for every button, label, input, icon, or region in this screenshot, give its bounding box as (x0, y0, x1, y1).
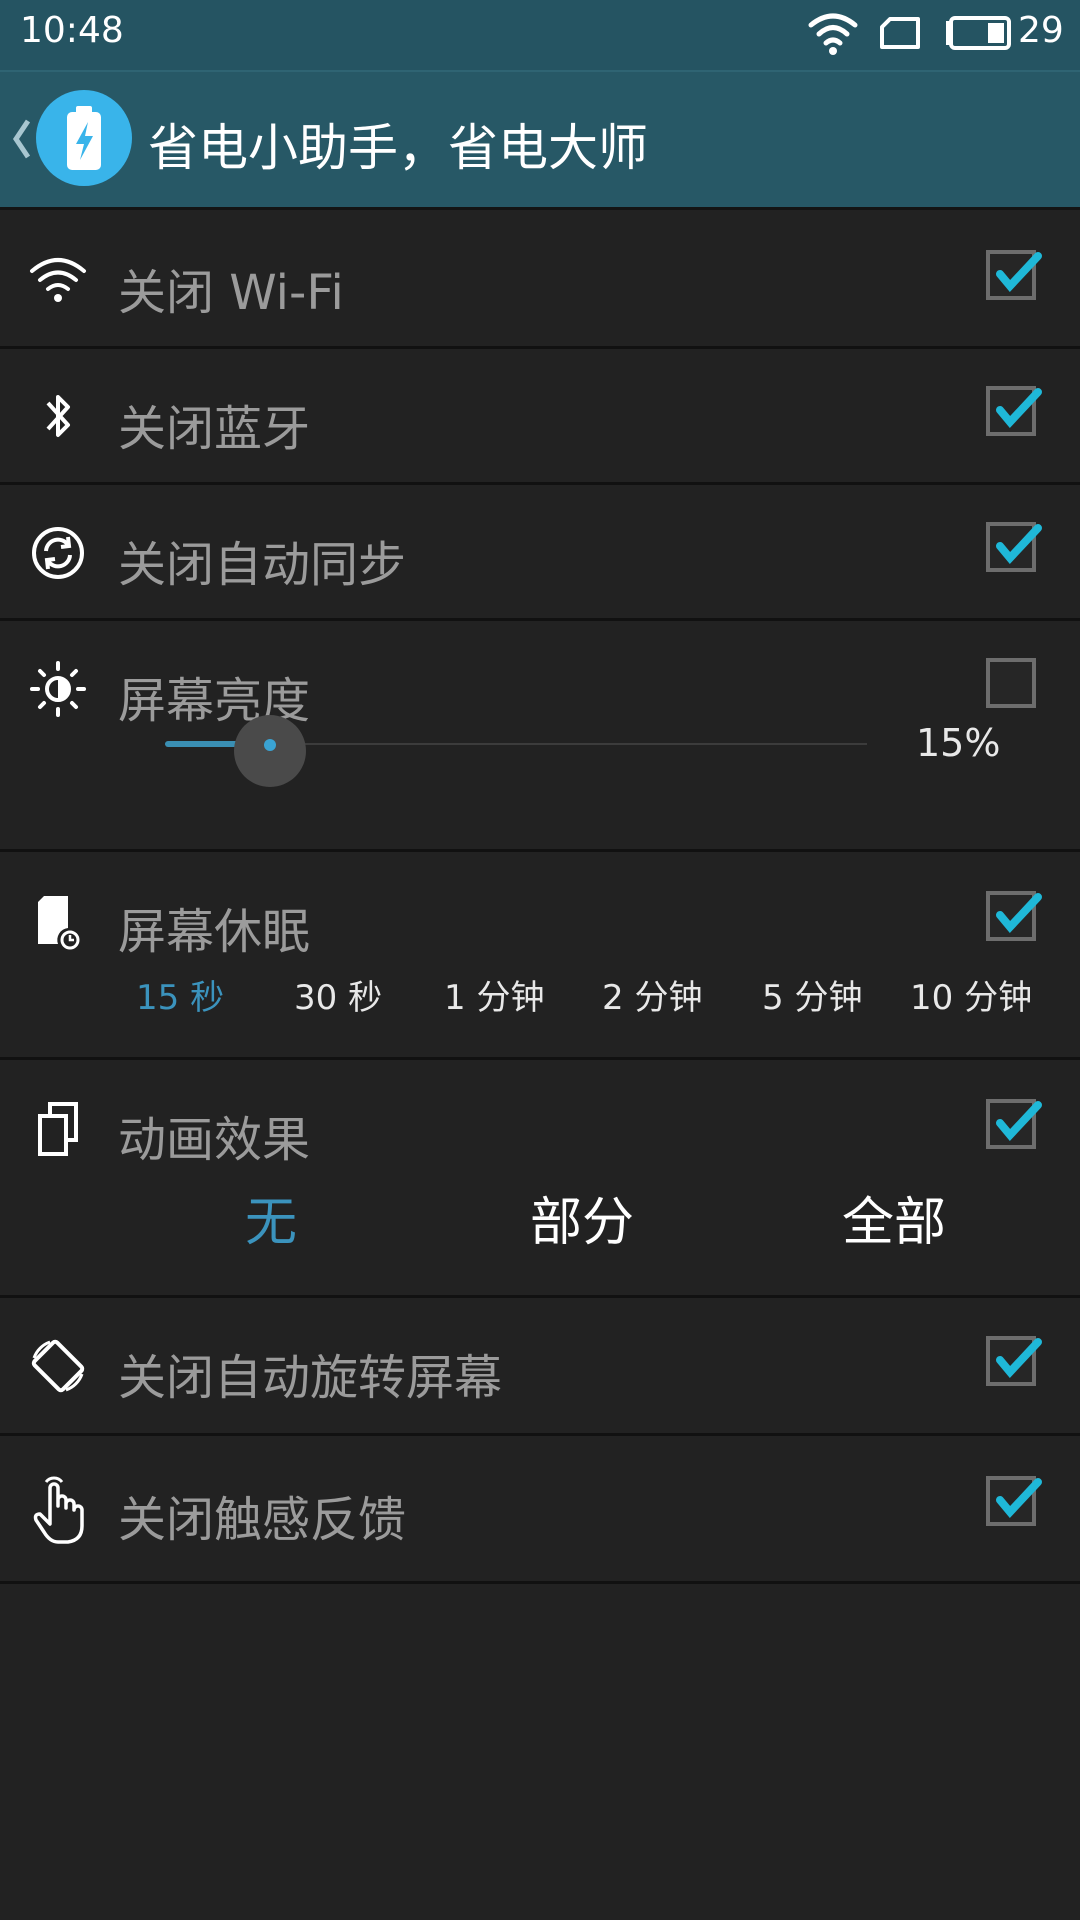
auto-sync-checkbox[interactable] (986, 522, 1042, 572)
sleep-option-15s[interactable]: 15 秒 (136, 970, 224, 1019)
checkmark-icon (996, 252, 1042, 293)
haptic-feedback-label: 关闭触感反馈 (118, 1492, 407, 1548)
battery-bolt-icon (67, 106, 101, 170)
auto-rotate-setting-row[interactable]: 关闭自动旋转屏幕 (0, 1298, 1080, 1436)
brightness-slider-halo (234, 715, 307, 787)
animation-setting-row: 动画效果 无 部分 全部 (0, 1060, 1080, 1298)
checkmark-icon (996, 524, 1042, 565)
wifi-setting-row[interactable]: 关闭 Wi-Fi (0, 213, 1080, 349)
animation-option-all[interactable]: 全部 (842, 1180, 946, 1255)
checkmark-icon (996, 388, 1042, 429)
brightness-icon (30, 661, 86, 717)
auto-sync-setting-row[interactable]: 关闭自动同步 (0, 485, 1080, 621)
sleep-option-30s[interactable]: 30 秒 (294, 970, 382, 1019)
back-arrow-icon[interactable] (10, 118, 32, 160)
bluetooth-setting-row[interactable]: 关闭蓝牙 (0, 349, 1080, 485)
status-bar: 10:48 29 (0, 0, 1080, 70)
app-logo[interactable] (36, 90, 132, 186)
haptic-feedback-checkbox[interactable] (986, 1476, 1042, 1526)
animation-option-partial[interactable]: 部分 (530, 1180, 634, 1255)
bluetooth-checkbox[interactable] (986, 386, 1042, 436)
wifi-icon (30, 258, 86, 302)
auto-rotate-checkbox[interactable] (986, 1336, 1042, 1386)
sim-card-icon (880, 17, 920, 49)
animation-label: 动画效果 (118, 1112, 311, 1168)
animation-option-none[interactable]: 无 (245, 1180, 297, 1255)
wifi-signal-icon (808, 13, 858, 55)
brightness-checkbox[interactable] (986, 658, 1036, 708)
brightness-value: 15% (916, 721, 1001, 765)
screen-timeout-icon (38, 896, 80, 950)
sleep-option-2min[interactable]: 2 分钟 (602, 970, 702, 1019)
bluetooth-label: 关闭蓝牙 (118, 401, 311, 457)
clock: 10:48 (20, 10, 124, 51)
animation-copy-icon (38, 1102, 78, 1156)
sleep-option-1min[interactable]: 1 分钟 (444, 970, 544, 1019)
auto-sync-label: 关闭自动同步 (118, 537, 407, 593)
screen-sleep-checkbox[interactable] (986, 891, 1042, 941)
app-title: 省电小助手，省电大师 (148, 119, 648, 177)
bluetooth-icon (46, 395, 70, 437)
haptic-feedback-setting-row[interactable]: 关闭触感反馈 (0, 1436, 1080, 1584)
battery-icon (946, 16, 1011, 50)
checkmark-icon (996, 1338, 1042, 1379)
battery-level: 29 (1018, 10, 1064, 51)
animation-checkbox[interactable] (986, 1099, 1042, 1149)
app-header: 省电小助手，省电大师 (0, 70, 1080, 210)
screen-sleep-label: 屏幕休眠 (118, 904, 311, 960)
screen-sleep-setting-row: 屏幕休眠 15 秒 30 秒 1 分钟 2 分钟 5 分钟 10 分钟 (0, 852, 1080, 1060)
wifi-checkbox[interactable] (986, 250, 1042, 300)
sleep-option-10min[interactable]: 10 分钟 (910, 970, 1032, 1019)
auto-rotate-label: 关闭自动旋转屏幕 (118, 1350, 503, 1406)
sleep-option-5min[interactable]: 5 分钟 (762, 970, 862, 1019)
touch-hand-icon (33, 1476, 84, 1544)
sync-icon (32, 527, 84, 579)
wifi-label: 关闭 Wi-Fi (118, 265, 344, 321)
screen-rotation-icon (31, 1339, 85, 1393)
checkmark-icon (996, 893, 1042, 934)
brightness-setting-row: 屏幕亮度 15% (0, 621, 1080, 852)
checkmark-icon (996, 1101, 1042, 1142)
checkmark-icon (996, 1478, 1042, 1519)
